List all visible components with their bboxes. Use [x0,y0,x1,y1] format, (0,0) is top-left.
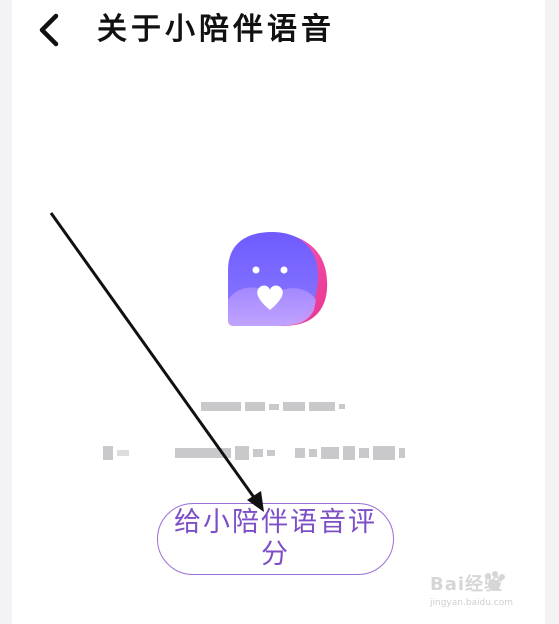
watermark: Bai经验 jingyan.baidu.com [428,568,552,616]
app-version-text-redacted [201,402,349,411]
app-logo-icon [228,232,328,326]
watermark-brand: Bai经验 [430,574,504,595]
page-title: 关于小陪伴语音 [97,12,335,47]
watermark-url: jingyan.baidu.com [430,598,514,608]
chevron-left-icon [39,13,59,47]
app-info-text-redacted [103,446,409,460]
top-bar: 关于小陪伴语音 [0,0,559,64]
rate-app-button[interactable]: 给小陪伴语音评分 [157,503,394,575]
back-button[interactable] [30,10,70,50]
